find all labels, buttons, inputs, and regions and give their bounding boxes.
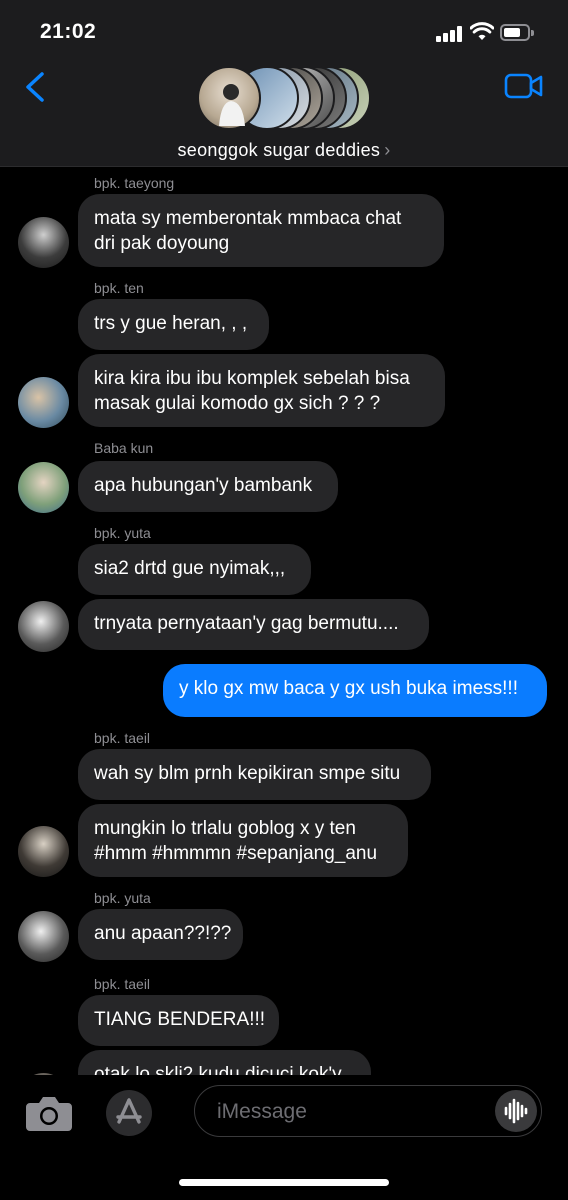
message-list[interactable]: bpk. taeyong mata sy memberontak mmbaca …	[0, 167, 568, 1075]
message-bubble[interactable]: mungkin lo trlalu goblog x y ten #hmm #h…	[78, 804, 408, 877]
outgoing-message-bubble[interactable]: y klo gx mw baca y gx ush buka imess!!!	[163, 664, 547, 717]
sender-name: bpk. taeil	[94, 976, 151, 992]
avatar	[18, 601, 69, 652]
wifi-icon	[470, 22, 494, 40]
sender-name: bpk. yuta	[94, 890, 151, 906]
avatar	[18, 462, 69, 513]
avatar	[197, 66, 261, 130]
avatar	[18, 217, 69, 268]
status-bar: 21:02	[0, 0, 568, 62]
sender-name: bpk. taeil	[94, 730, 151, 746]
video-camera-icon[interactable]	[504, 72, 544, 100]
message-bubble[interactable]: TIANG BENDERA!!!	[78, 995, 279, 1046]
sender-name: Baba kun	[94, 440, 154, 456]
app-store-icon[interactable]	[106, 1090, 152, 1136]
camera-icon[interactable]	[24, 1093, 74, 1133]
message-bubble[interactable]: anu apaan??!??	[78, 909, 243, 960]
message-bubble[interactable]: apa hubungan'y bambank	[78, 461, 338, 512]
group-avatar-stack[interactable]	[197, 66, 377, 130]
chevron-left-icon[interactable]	[22, 70, 48, 104]
cellular-signal-icon	[436, 26, 464, 42]
message-bubble[interactable]: otak lo skli2 kudu dicuci kok'y	[78, 1050, 371, 1075]
chevron-right-icon: ›	[384, 140, 391, 160]
battery-icon	[500, 24, 534, 41]
message-bubble[interactable]: trs y gue heran, , ,	[78, 299, 269, 350]
message-input[interactable]	[215, 1096, 499, 1128]
sender-name: bpk. yuta	[94, 525, 151, 541]
message-field[interactable]	[194, 1085, 542, 1137]
message-bubble[interactable]: mata sy memberontak mmbaca chat dri pak …	[78, 194, 444, 267]
home-indicator[interactable]	[179, 1179, 389, 1186]
audio-waveform-icon[interactable]	[495, 1090, 537, 1132]
sender-name: bpk. taeyong	[94, 175, 175, 191]
avatar	[18, 911, 69, 962]
message-bubble[interactable]: sia2 drtd gue nyimak,,,	[78, 544, 311, 595]
message-bubble[interactable]: wah sy blm prnh kepikiran smpe situ	[78, 749, 431, 800]
message-bubble[interactable]: trnyata pernyataan'y gag bermutu....	[78, 599, 429, 650]
group-name[interactable]: seonggok sugar deddies ›	[0, 140, 568, 161]
message-bubble[interactable]: kira kira ibu ibu komplek sebelah bisa m…	[78, 354, 445, 427]
avatar	[18, 377, 69, 428]
clock: 21:02	[40, 20, 97, 43]
sender-name: bpk. ten	[94, 280, 144, 296]
avatar	[18, 826, 69, 877]
conversation-header: seonggok sugar deddies ›	[0, 62, 568, 167]
